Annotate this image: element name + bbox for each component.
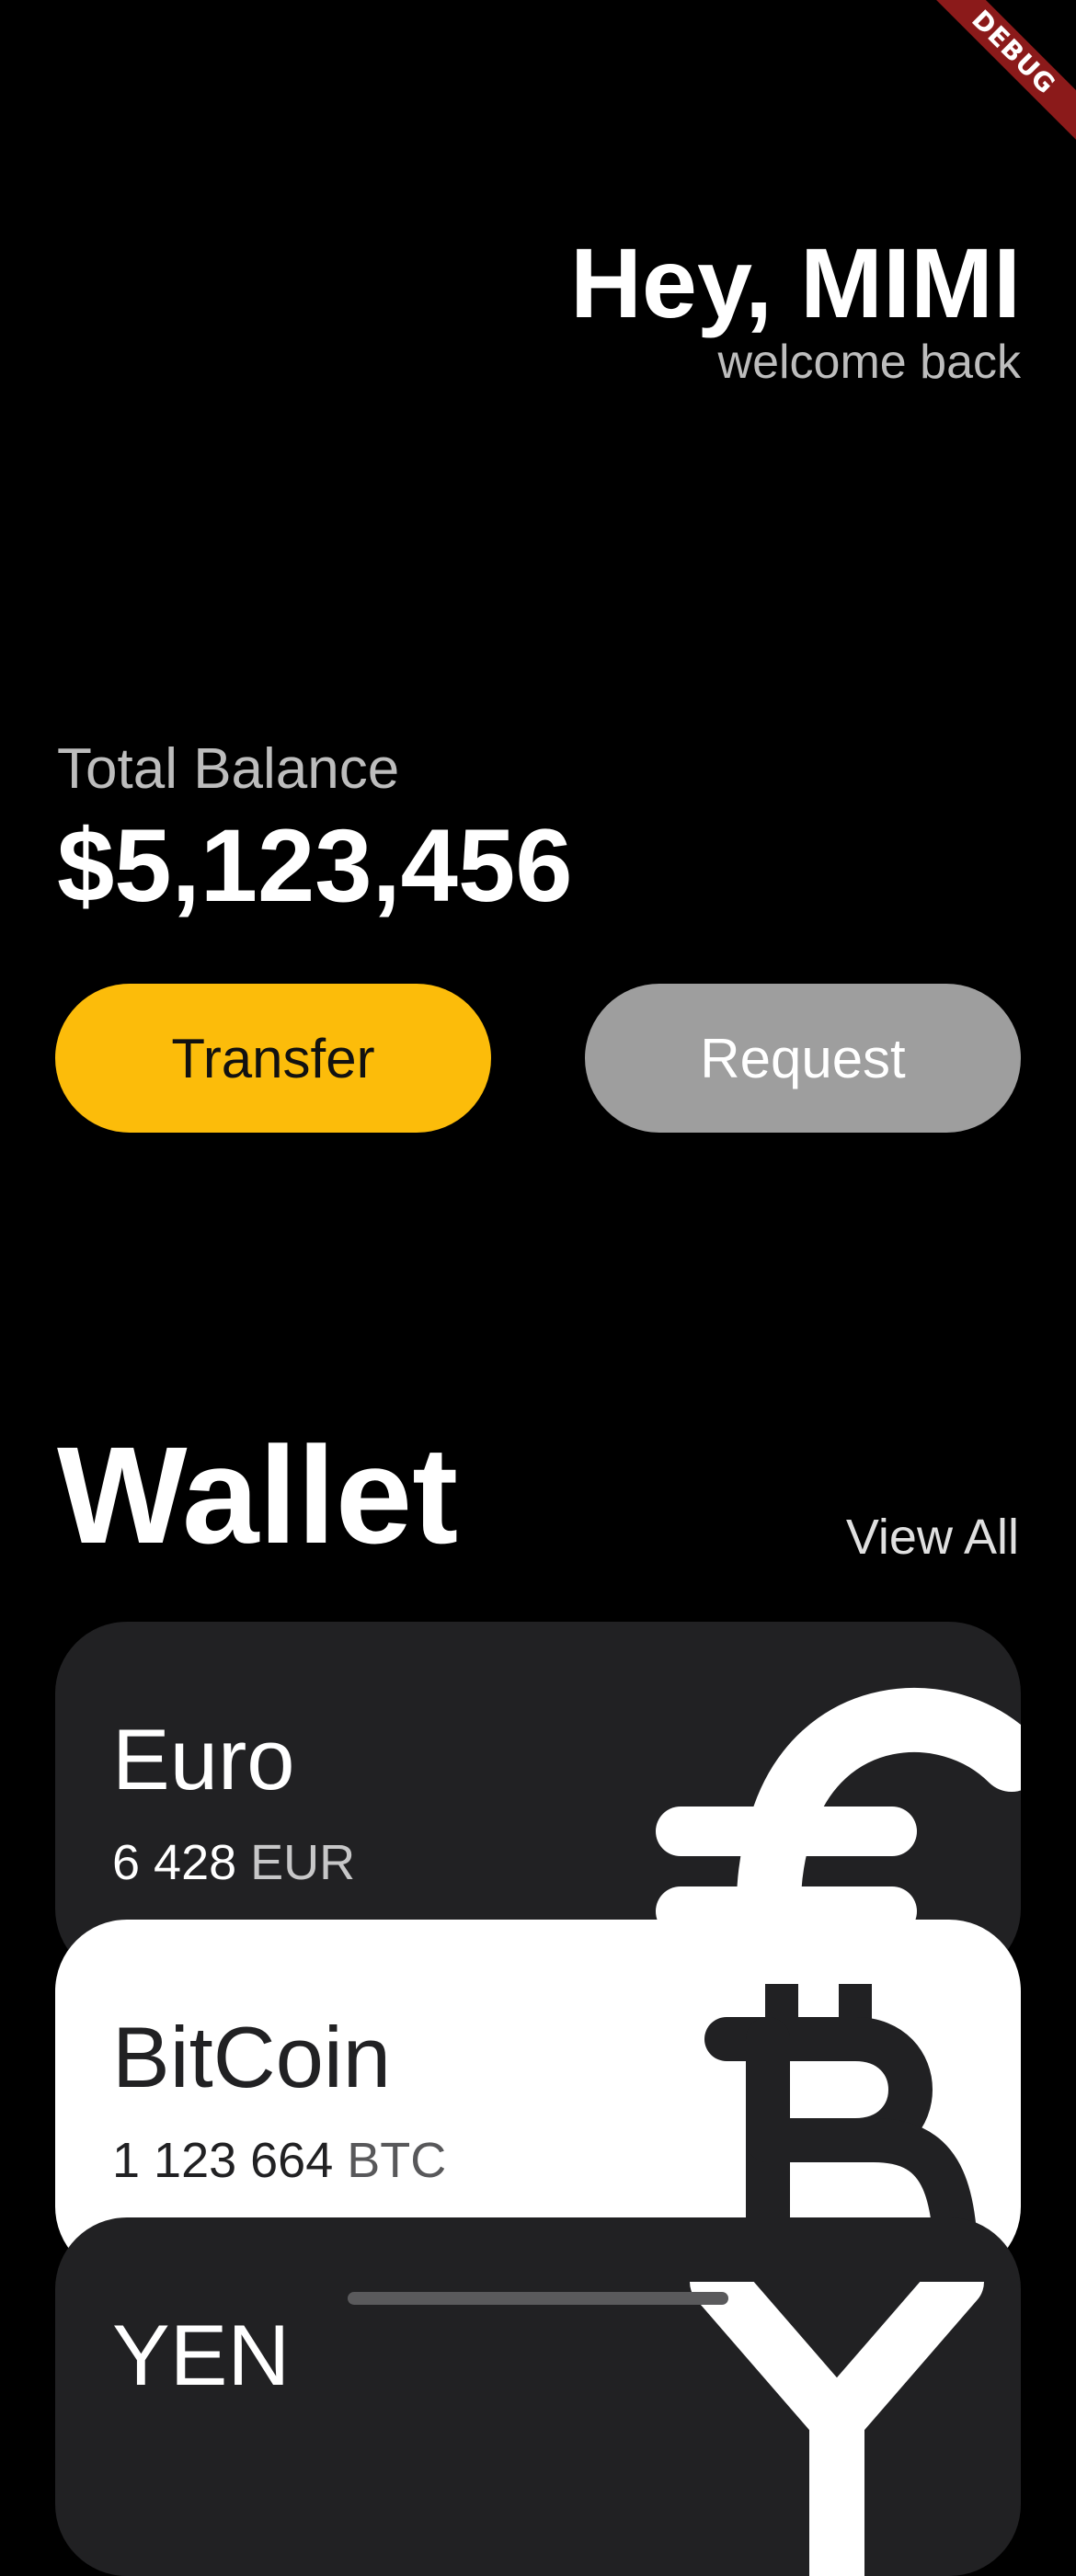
debug-banner: DEBUG <box>892 0 1076 184</box>
wallet-card-yen[interactable]: YEN <box>55 2217 1021 2576</box>
home-indicator[interactable] <box>348 2292 728 2305</box>
card-amount-value: 6 428 <box>112 1835 237 1890</box>
view-all-link[interactable]: View All <box>846 1510 1019 1565</box>
debug-ribbon-label: DEBUG <box>916 0 1076 150</box>
greeting-subtitle: welcome back <box>717 336 1021 389</box>
card-amount-value: 1 123 664 <box>112 2133 334 2188</box>
card-amount: 6 428 EUR <box>112 1835 355 1890</box>
yen-icon <box>690 2282 984 2576</box>
request-button[interactable]: Request <box>585 984 1021 1133</box>
card-amount: 1 123 664 BTC <box>112 2133 446 2188</box>
transfer-button[interactable]: Transfer <box>55 984 491 1133</box>
greeting: Hey, MIMI welcome back <box>570 228 1021 390</box>
card-currency-name: Euro <box>112 1711 295 1807</box>
card-currency-name: BitCoin <box>112 2009 392 2105</box>
card-currency-code: EUR <box>250 1835 356 1890</box>
card-currency-code: BTC <box>347 2133 447 2188</box>
balance-label: Total Balance <box>57 737 400 801</box>
greeting-title: Hey, MIMI <box>569 227 1021 338</box>
balance-value: $5,123,456 <box>57 808 573 923</box>
card-currency-name: YEN <box>112 2307 291 2403</box>
wallet-title: Wallet <box>57 1418 459 1572</box>
